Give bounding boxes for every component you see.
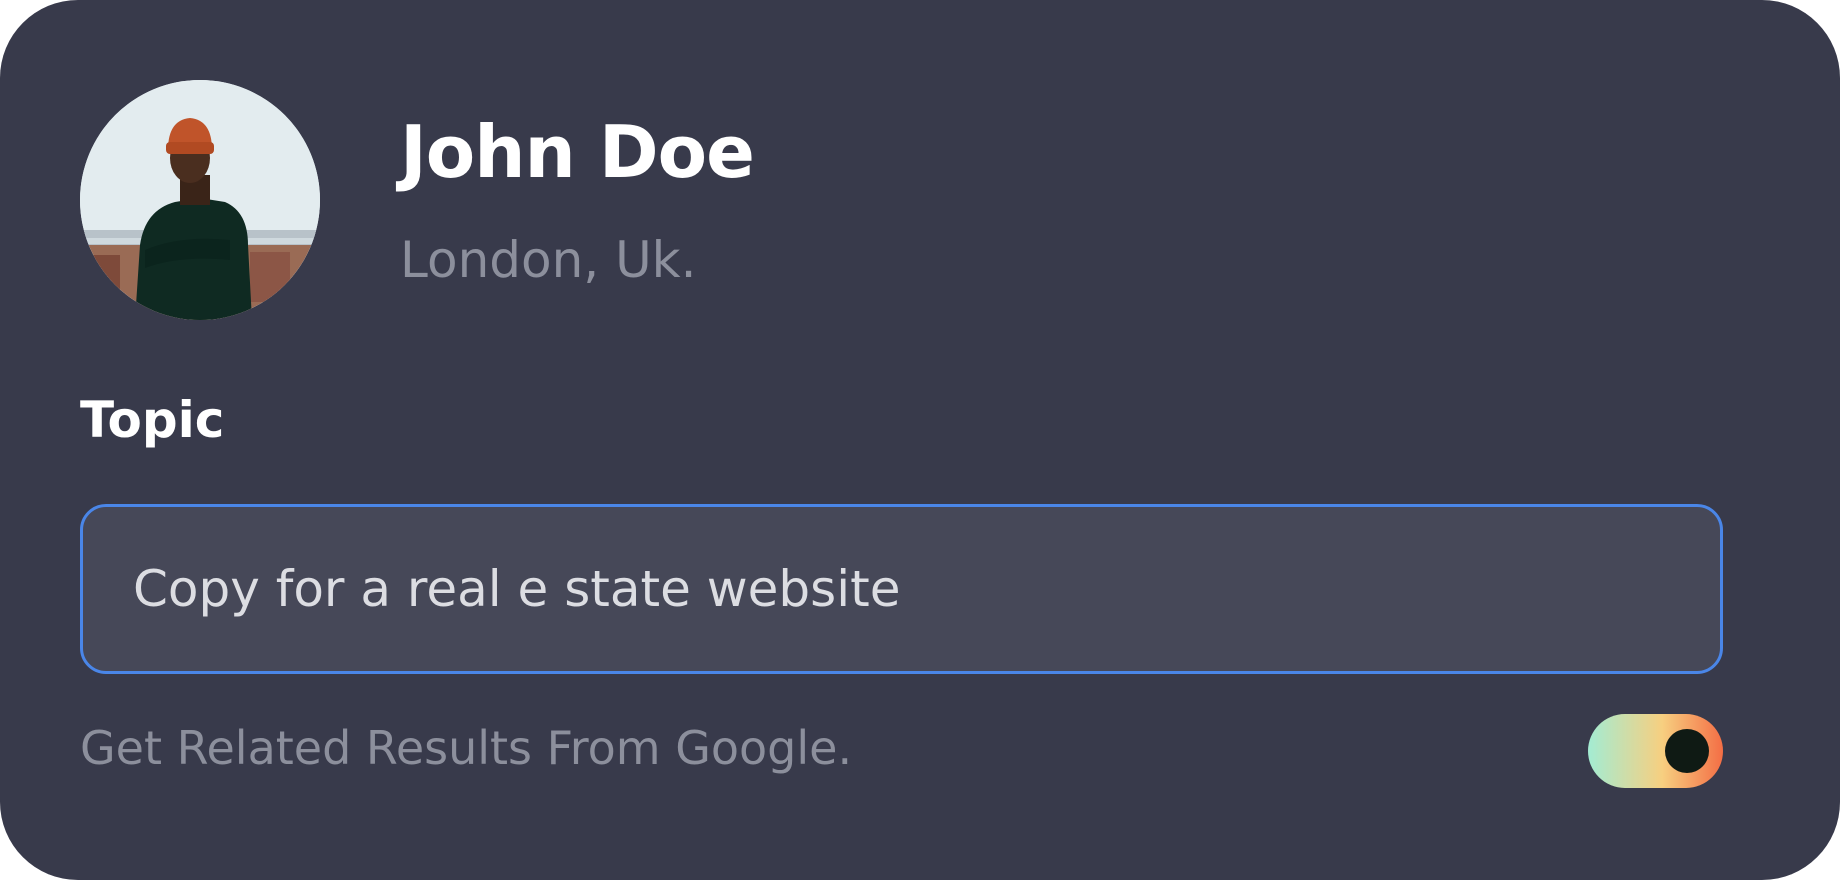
topic-input[interactable] [80,504,1723,674]
google-results-toggle[interactable] [1588,714,1723,788]
avatar[interactable] [80,80,320,320]
toggle-knob [1665,729,1709,773]
profile-location: London, Uk. [400,231,697,289]
profile-card: John Doe London, Uk. Topic Get Related R… [0,0,1840,880]
topic-label: Topic [80,391,225,449]
google-results-label: Get Related Results From Google. [80,721,853,775]
profile-name: John Doe [400,110,755,194]
avatar-photo [80,80,320,320]
